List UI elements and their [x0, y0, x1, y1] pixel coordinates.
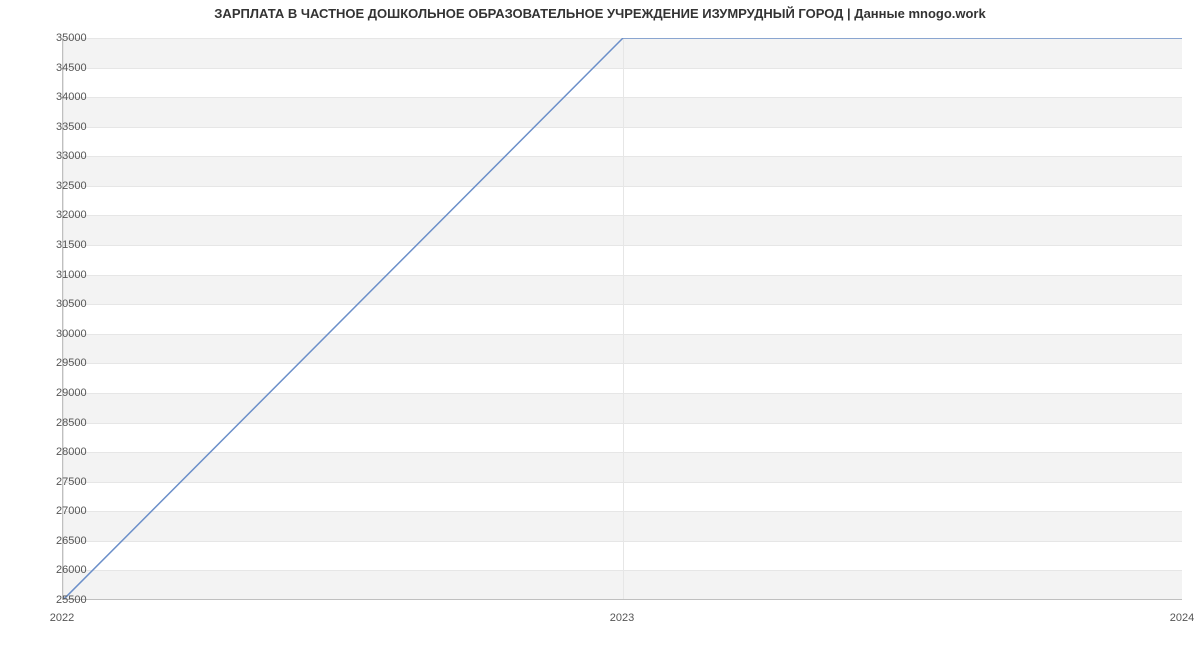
x-tick-label: 2023	[610, 612, 634, 624]
chart-title: ЗАРПЛАТА В ЧАСТНОЕ ДОШКОЛЬНОЕ ОБРАЗОВАТЕ…	[0, 6, 1200, 21]
salary-chart: ЗАРПЛАТА В ЧАСТНОЕ ДОШКОЛЬНОЕ ОБРАЗОВАТЕ…	[0, 0, 1200, 650]
x-tick-label: 2024	[1170, 612, 1194, 624]
x-tick-label: 2022	[50, 612, 74, 624]
series-line	[63, 38, 1182, 600]
plot-area: 2550026000265002700027500280002850029000…	[62, 38, 1182, 600]
